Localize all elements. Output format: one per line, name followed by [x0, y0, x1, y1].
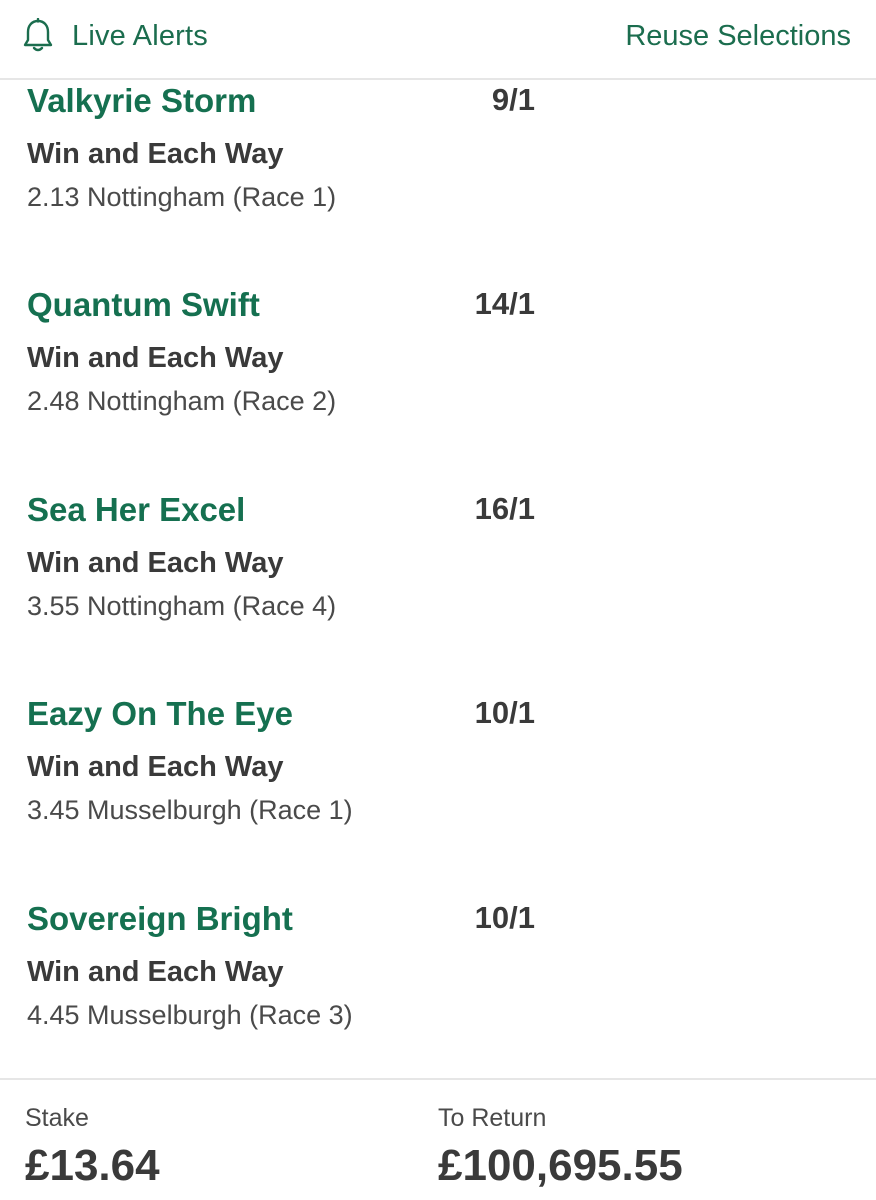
selection-name[interactable]: Valkyrie Storm	[27, 82, 256, 120]
bell-icon	[22, 17, 54, 54]
selection-market: Win and Each Way	[27, 751, 284, 783]
return-summary: To Return £100,695.55	[438, 1102, 683, 1196]
selection-odds: 10/1	[474, 900, 535, 935]
selection-name[interactable]: Eazy On The Eye	[27, 695, 293, 733]
selection-item: Sea Her Excel 16/1 Win and Each Way 3.55…	[0, 491, 876, 691]
selection-item: Valkyrie Storm 9/1 Win and Each Way 2.13…	[0, 82, 876, 282]
selection-name[interactable]: Quantum Swift	[27, 286, 260, 324]
selection-market: Win and Each Way	[27, 342, 284, 374]
bet-receipt-page: Live Alerts Reuse Selections Valkyrie St…	[0, 0, 876, 1200]
selection-name[interactable]: Sovereign Bright	[27, 900, 293, 938]
selection-market: Win and Each Way	[27, 547, 284, 579]
stake-label: Stake	[25, 1104, 89, 1132]
reuse-selections-button[interactable]: Reuse Selections	[625, 16, 851, 56]
selection-event: 4.45 Musselburgh (Race 3)	[27, 1000, 353, 1030]
live-alerts-button[interactable]: Live Alerts	[22, 16, 208, 56]
stake-summary: Stake £13.64	[25, 1102, 160, 1196]
selection-odds: 16/1	[474, 491, 535, 526]
selection-odds: 9/1	[491, 82, 535, 117]
selection-odds: 14/1	[474, 286, 535, 321]
selection-item: Eazy On The Eye 10/1 Win and Each Way 3.…	[0, 695, 876, 895]
selection-item: Sovereign Bright 10/1 Win and Each Way 4…	[0, 900, 876, 1100]
stake-value: £13.64	[25, 1141, 160, 1190]
selection-event: 3.45 Musselburgh (Race 1)	[27, 795, 353, 825]
return-value: £100,695.55	[438, 1141, 683, 1190]
selection-odds: 10/1	[474, 695, 535, 730]
selection-event: 3.55 Nottingham (Race 4)	[27, 591, 337, 621]
selection-item: Quantum Swift 14/1 Win and Each Way 2.48…	[0, 286, 876, 486]
selection-market: Win and Each Way	[27, 138, 284, 170]
return-label: To Return	[438, 1104, 547, 1132]
bet-summary-footer: Stake £13.64 To Return £100,695.55	[0, 1078, 876, 1200]
live-alerts-label: Live Alerts	[72, 19, 208, 52]
selection-name[interactable]: Sea Her Excel	[27, 491, 245, 529]
bet-header: Live Alerts Reuse Selections	[0, 0, 876, 80]
selection-market: Win and Each Way	[27, 956, 284, 988]
selection-event: 2.48 Nottingham (Race 2)	[27, 386, 337, 416]
selection-event: 2.13 Nottingham (Race 1)	[27, 182, 337, 212]
